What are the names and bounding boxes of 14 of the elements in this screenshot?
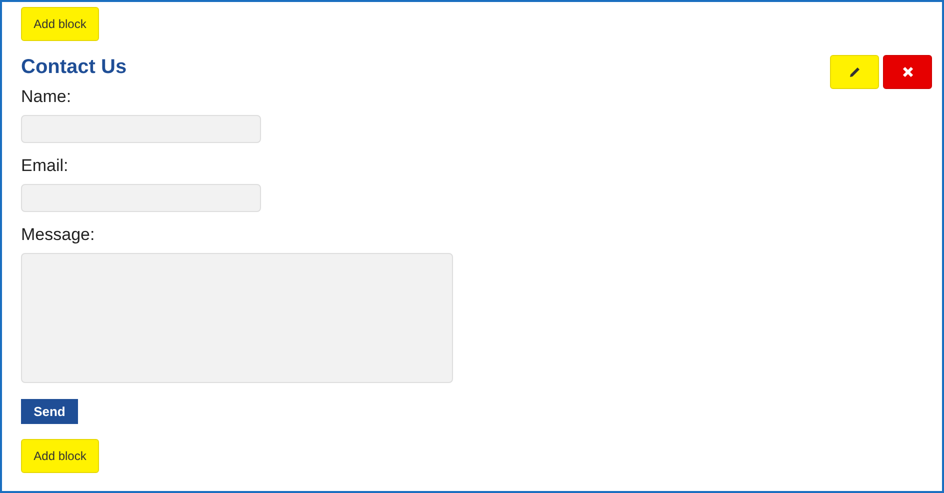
close-icon [902,66,914,78]
delete-button[interactable] [883,55,932,89]
message-field[interactable] [21,253,453,383]
input-field[interactable] [21,115,261,143]
block-title: Contact Us [21,55,128,79]
add-block-button[interactable]: Add block [21,439,99,473]
pencil-icon [848,66,860,78]
field-label: Message: [21,224,96,246]
edit-button[interactable] [830,55,879,89]
add-block-button[interactable]: Add block [21,7,99,41]
send-button[interactable]: Send [21,399,78,424]
field-label: Name: [21,86,72,108]
input-field[interactable] [21,184,261,212]
field-label: Email: [21,155,70,177]
